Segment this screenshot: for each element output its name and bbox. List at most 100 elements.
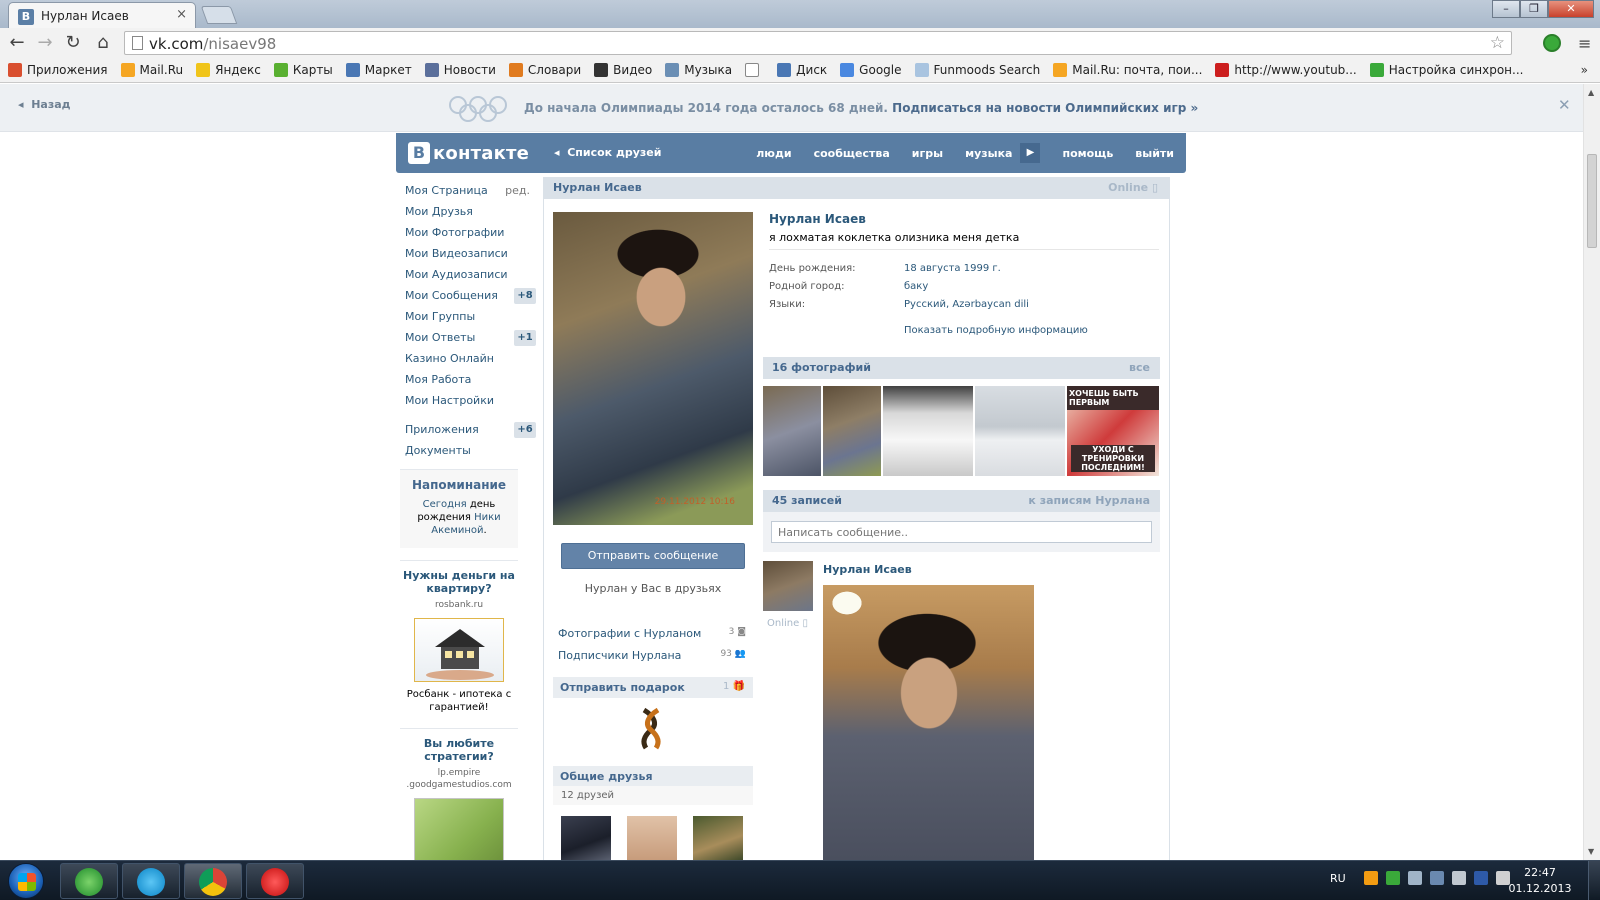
count-badge[interactable]: +6: [514, 422, 536, 438]
vk-logo[interactable]: В контакте: [408, 142, 529, 164]
post-author-name[interactable]: Нурлан Исаев: [823, 563, 912, 576]
count-badge[interactable]: +8: [514, 288, 536, 304]
taskbar-opera[interactable]: [246, 863, 304, 899]
tab-close-icon[interactable]: ×: [176, 7, 187, 22]
left-menu-item[interactable]: Мои Аудиозаписи: [396, 264, 540, 285]
bookmark-item[interactable]: Маркет: [345, 63, 412, 77]
chrome-menu-icon[interactable]: ≡: [1578, 34, 1591, 53]
nav-people[interactable]: люди: [756, 147, 791, 160]
left-menu-item[interactable]: Приложения +6: [396, 419, 540, 440]
home-icon[interactable]: ⌂: [92, 32, 114, 54]
show-more-info-link[interactable]: Показать подробную информацию: [904, 325, 1088, 336]
left-menu-item[interactable]: Мои Настройки: [396, 390, 540, 411]
bookmark-item[interactable]: Mail.Ru: [120, 63, 183, 77]
friend-avatar[interactable]: [627, 816, 677, 860]
profile-status[interactable]: я лохматая коклетка олизника меня детка: [769, 231, 1019, 244]
page-scrollbar[interactable]: ▲ ▼: [1583, 84, 1600, 860]
nav-communities[interactable]: сообщества: [814, 147, 890, 160]
nav-logout[interactable]: выйти: [1135, 147, 1174, 160]
bookmark-item[interactable]: Mail.Ru: почта, пои...: [1053, 63, 1202, 77]
browser-tab-active[interactable]: В Нурлан Исаев ×: [8, 2, 196, 28]
post-author-avatar[interactable]: [763, 561, 813, 611]
reminder-today-link[interactable]: Сегодня: [423, 499, 467, 510]
friends-list-link[interactable]: ◂ Список друзей: [554, 146, 661, 159]
new-tab-button[interactable]: [200, 6, 238, 24]
ad-rosbank[interactable]: Нужны деньги на квартиру? rosbank.ru Рос…: [400, 560, 518, 714]
network-icon[interactable]: [1429, 871, 1444, 885]
ad-title[interactable]: Вы любите стратегии?: [400, 737, 518, 763]
wall-post-input[interactable]: [771, 521, 1152, 543]
bookmarks-more-icon[interactable]: »: [1581, 63, 1588, 77]
wall-posts-link[interactable]: к записям Нурлана: [1028, 494, 1150, 507]
friend-avatar[interactable]: [561, 816, 611, 860]
left-menu-item[interactable]: Документы: [396, 440, 540, 461]
tray-icon[interactable]: [1407, 871, 1422, 885]
forward-arrow-icon[interactable]: →: [34, 32, 56, 54]
friend-avatar[interactable]: [693, 816, 743, 860]
photo-thumb-promo[interactable]: ХОЧЕШЬ БЫТЬ ПЕРВЫМ УХОДИ С ТРЕНИРОВКИ ПО…: [1067, 386, 1159, 476]
play-arrow-icon[interactable]: ▶: [1020, 143, 1041, 163]
taskbar-chrome[interactable]: [184, 863, 242, 899]
volume-icon[interactable]: [1451, 871, 1466, 885]
photos-with-link[interactable]: Фотографии с Нурланом 3 ◙: [558, 627, 746, 640]
left-menu-item[interactable]: Мои Видеозаписи: [396, 243, 540, 264]
bookmark-item[interactable]: [745, 63, 764, 77]
left-menu-item[interactable]: Моя Работа: [396, 369, 540, 390]
photo-thumb[interactable]: [823, 386, 881, 476]
bookmark-item[interactable]: http://www.youtub...: [1215, 63, 1357, 77]
scroll-down-icon[interactable]: ▼: [1588, 847, 1594, 856]
send-gift-title[interactable]: Отправить подарок: [560, 681, 685, 694]
close-window-button[interactable]: ✕: [1548, 0, 1594, 18]
bookmark-item[interactable]: Словари: [508, 63, 581, 77]
count-badge[interactable]: +1: [514, 330, 536, 346]
tray-icon[interactable]: [1363, 871, 1378, 885]
nav-games[interactable]: игры: [912, 147, 943, 160]
bookmark-item[interactable]: Новости: [424, 63, 496, 77]
bookmark-item[interactable]: Google: [840, 63, 902, 77]
left-menu-item[interactable]: Мои Фотографии: [396, 222, 540, 243]
bookmark-item[interactable]: Диск: [777, 63, 827, 77]
scroll-thumb[interactable]: [1587, 154, 1597, 248]
ad-house-image[interactable]: [414, 618, 504, 682]
post-photo[interactable]: [823, 585, 1034, 860]
ad-title[interactable]: Нужны деньги на квартиру?: [400, 569, 518, 595]
wall-section-header[interactable]: 45 записей к записям Нурлана: [763, 490, 1160, 512]
followers-link[interactable]: Подписчики Нурлана 93 👥: [558, 649, 746, 662]
photos-count-title[interactable]: 16 фотографий: [772, 361, 871, 374]
field-value-birthday[interactable]: 18 августа 1999 г.: [904, 263, 1001, 274]
shield-icon[interactable]: [1473, 871, 1488, 885]
taskbar-skype[interactable]: [122, 863, 180, 899]
common-friends-title[interactable]: Общие друзья: [560, 770, 653, 783]
banner-subscribe-link[interactable]: Подписаться на новости Олимпийских игр »: [892, 101, 1198, 115]
left-menu-item[interactable]: Казино Онлайн: [396, 348, 540, 369]
common-friends-header[interactable]: Общие друзья: [553, 766, 753, 786]
bookmark-item[interactable]: Видео: [594, 63, 652, 77]
send-gift-header[interactable]: Отправить подарок 1 🎁: [553, 677, 753, 698]
address-url[interactable]: vk.com/nisaev98: [149, 35, 276, 53]
tray-icon[interactable]: [1385, 871, 1400, 885]
wall-count-title[interactable]: 45 записей: [772, 494, 842, 507]
show-desktop-button[interactable]: [1588, 861, 1600, 900]
photo-thumb[interactable]: [763, 386, 821, 476]
left-menu-item[interactable]: Мои Группы: [396, 306, 540, 327]
bookmark-item[interactable]: Funmoods Search: [914, 63, 1040, 77]
back-link[interactable]: ◂ Назад: [18, 98, 71, 111]
back-arrow-icon[interactable]: ←: [6, 32, 28, 54]
send-message-button[interactable]: Отправить сообщение: [561, 543, 745, 569]
bookmark-item[interactable]: Музыка: [665, 63, 732, 77]
ad-game-image[interactable]: [414, 798, 504, 868]
photo-thumb[interactable]: [975, 386, 1065, 476]
reload-icon[interactable]: ↻: [62, 32, 84, 54]
photos-section-header[interactable]: 16 фотографий все: [763, 357, 1160, 379]
maximize-button[interactable]: ❐: [1520, 0, 1548, 18]
profile-avatar[interactable]: 29.11.2012 10:16: [553, 212, 753, 525]
ad-empire[interactable]: Вы любите стратегии? lp.empire .goodgame…: [400, 728, 518, 868]
field-value-hometown[interactable]: баку: [904, 281, 928, 292]
edit-link[interactable]: ред.: [505, 180, 530, 201]
taskbar-clock[interactable]: 22:47 01.12.2013: [1506, 865, 1574, 897]
language-indicator[interactable]: RU: [1330, 872, 1346, 885]
left-menu-item[interactable]: Моя Страница ред.: [396, 180, 540, 201]
field-value-languages[interactable]: Русский, Azərbaycan dili: [904, 299, 1029, 310]
bookmark-item[interactable]: Карты: [273, 63, 333, 77]
taskbar-search-app[interactable]: [60, 863, 118, 899]
